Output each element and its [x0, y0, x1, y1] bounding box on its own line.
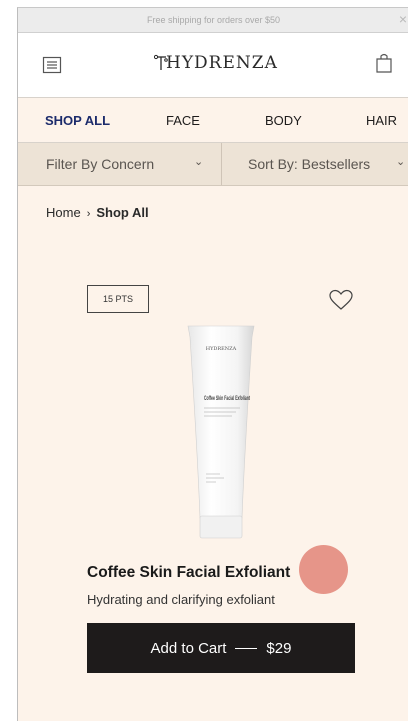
menu-icon[interactable]: [42, 55, 62, 75]
touch-cursor: [299, 545, 348, 594]
product-image[interactable]: HYDRENZA Coffee Skin Facial Exfoliant: [186, 322, 256, 540]
close-icon[interactable]: ×: [399, 11, 407, 27]
add-to-cart-button[interactable]: Add to Cart $29: [87, 623, 355, 673]
cart-label: Add to Cart: [150, 639, 227, 657]
promo-banner: Free shipping for orders over $50 ×: [18, 8, 408, 33]
filter-bar: Filter By Concern ⌄ Sort By: Bestsellers…: [18, 143, 408, 186]
divider: [235, 647, 258, 649]
breadcrumb-home[interactable]: Home: [46, 205, 81, 220]
heart-icon[interactable]: [329, 289, 353, 311]
nav-item-body[interactable]: BODY: [265, 113, 302, 128]
price: $29: [266, 639, 292, 657]
nav-item-hair[interactable]: HAIR: [366, 113, 397, 128]
tube-name: Coffee Skin Facial Exfoliant: [204, 396, 250, 402]
product-title[interactable]: Coffee Skin Facial Exfoliant: [87, 564, 290, 582]
app-frame: Free shipping for orders over $50 × HYDR…: [17, 7, 408, 721]
category-nav: SHOP ALL FACE BODY HAIR: [18, 98, 408, 143]
chevron-down-icon: ⌄: [396, 156, 406, 168]
nav-item-face[interactable]: FACE: [166, 113, 200, 128]
points-badge: 15 PTS: [87, 285, 149, 313]
sort-by-dropdown[interactable]: Sort By: Bestsellers ⌄: [222, 143, 408, 185]
shopping-bag-icon[interactable]: [373, 51, 395, 75]
promo-text: Free shipping for orders over $50: [146, 15, 281, 25]
breadcrumb-current: Shop All: [96, 205, 149, 220]
filter-label: Filter By Concern: [46, 156, 155, 172]
product-subtitle: Hydrating and clarifying exfoliant: [87, 592, 275, 607]
brand-name: HYDRENZA: [166, 53, 278, 73]
chevron-down-icon: ⌄: [194, 156, 204, 168]
filter-by-concern-dropdown[interactable]: Filter By Concern ⌄: [18, 143, 222, 185]
tube-brand: HYDRENZA: [206, 346, 237, 352]
chevron-right-icon: ›: [86, 208, 91, 220]
nav-item-shop-all[interactable]: SHOP ALL: [45, 113, 110, 128]
site-header: HYDRENZA: [18, 33, 408, 98]
brand-logo[interactable]: HYDRENZA: [154, 53, 278, 73]
sort-label: Sort By: Bestsellers: [248, 156, 371, 172]
breadcrumb: Home › Shop All: [46, 205, 149, 220]
